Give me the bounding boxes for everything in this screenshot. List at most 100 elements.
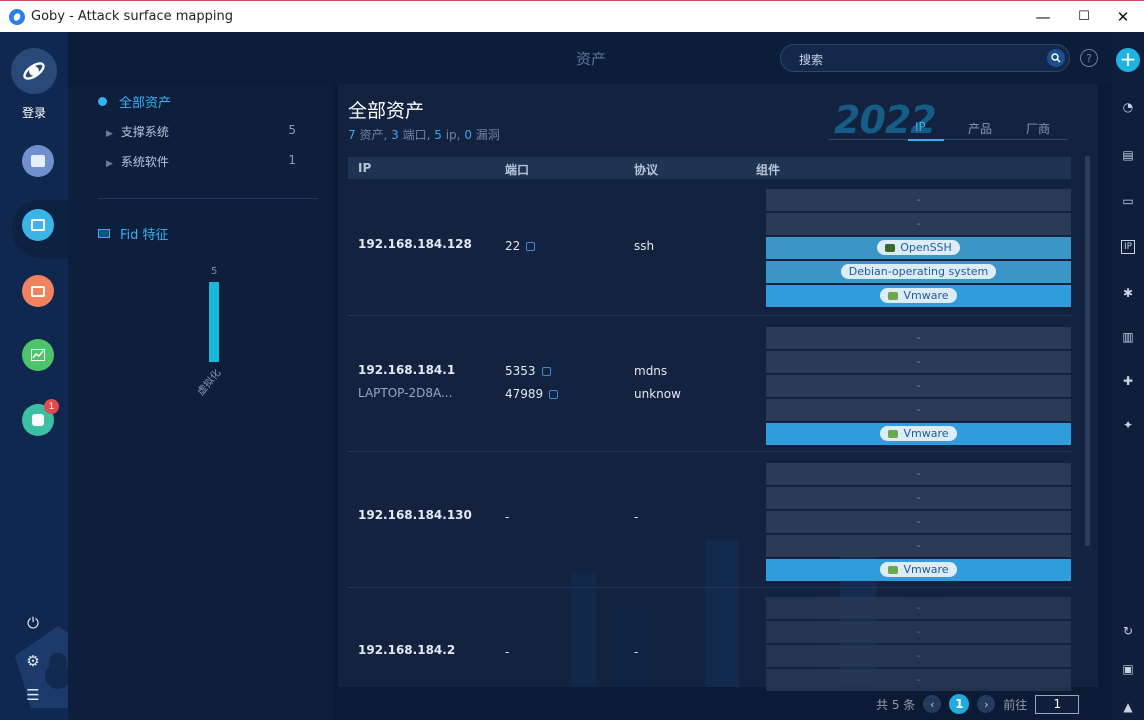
component-item[interactable]: OpenSSH — [766, 237, 1071, 259]
row-protocol: unknow — [634, 387, 681, 401]
component-list: - - - - Vmware — [766, 463, 1071, 583]
filter-group-support-systems[interactable]: ▶ 支撑系统 5 — [106, 123, 296, 140]
row-port: 22 — [505, 239, 536, 253]
fid-bar-value: 5 — [211, 266, 218, 277]
caret-right-icon: ▶ — [106, 159, 113, 169]
report-nav-icon[interactable] — [22, 339, 54, 371]
component-list: - - - - — [766, 597, 1071, 693]
row-ip[interactable]: 192.168.184.2 — [358, 643, 455, 657]
component-item: - — [766, 375, 1071, 397]
power-icon[interactable]: ⏻ — [26, 616, 40, 631]
search-icon[interactable] — [1047, 49, 1065, 67]
login-button[interactable]: 登录 — [0, 104, 68, 121]
column-port: 端口 — [505, 163, 530, 177]
settings-icon[interactable]: ⚙ — [26, 654, 40, 669]
minimize-button[interactable]: — — [1020, 1, 1066, 32]
fid-bar[interactable] — [209, 282, 219, 362]
history-icon[interactable]: ◔ — [1121, 100, 1135, 114]
ip-icon[interactable]: IP — [1121, 240, 1135, 254]
asset-panel: 全部资产 7 资产, 3 端口, 5 ip, 0 漏洞 2022 IP 产品 厂… — [338, 84, 1098, 691]
component-item: - — [766, 621, 1071, 643]
row-ip[interactable]: 192.168.184.1 — [358, 363, 455, 377]
search-input[interactable]: 搜索 — [780, 44, 1070, 72]
help-icon[interactable]: ? — [1080, 49, 1098, 67]
goby-logo-icon — [9, 8, 25, 25]
new-scan-button[interactable]: + — [1116, 48, 1140, 72]
component-item: - — [766, 669, 1071, 691]
tab-vendor[interactable]: 厂商 — [1026, 120, 1050, 137]
header: 资产 搜索 ? — [68, 32, 1112, 84]
avatar[interactable] — [11, 48, 57, 94]
table-row[interactable]: 192.168.184.1 LAPTOP-2D8A... 5353 47989 … — [348, 317, 1071, 452]
table-row[interactable]: 192.168.184.128 22 ssh - - OpenSSH Debia… — [348, 179, 1071, 316]
component-item[interactable]: Vmware — [766, 423, 1071, 445]
puzzle-icon[interactable]: ✦ — [1121, 418, 1135, 432]
row-protocol: ssh — [634, 239, 655, 253]
menu-icon[interactable]: ☰ — [26, 688, 40, 703]
table-row[interactable]: 192.168.184.2 - - - - - - — [348, 589, 1071, 691]
id-card-icon — [98, 229, 110, 238]
filter-group-system-software[interactable]: ▶ 系统软件 1 — [106, 153, 296, 170]
filter-all-label: 全部资产 — [119, 96, 172, 111]
row-ip[interactable]: 192.168.184.130 — [358, 508, 472, 522]
right-toolbar: + ◔ ▤ ▭ IP ✱ ▥ ✚ ✦ ↻ ▣ ▲ — [1112, 32, 1144, 720]
table-scrollbar[interactable] — [1085, 156, 1090, 546]
bug-icon[interactable]: ✱ — [1121, 286, 1135, 300]
dashboard-nav-icon[interactable] — [22, 145, 54, 177]
fid-features-header[interactable]: Fid 特征 — [98, 224, 169, 243]
component-item: - — [766, 597, 1071, 619]
caret-right-icon: ▶ — [106, 129, 113, 139]
next-page-button[interactable]: › — [977, 695, 996, 713]
close-button[interactable]: ✕ — [1102, 1, 1144, 32]
component-item: - — [766, 351, 1071, 373]
fid-bar-label: 虚拟化 — [195, 367, 224, 398]
warning-icon[interactable]: ▲ — [1121, 700, 1135, 714]
filter-panel: 全部资产 ▶ 支撑系统 5 ▶ 系统软件 1 Fid 特征 5 虚拟化 — [68, 84, 334, 720]
pagination: 共 5 条 ‹ 1 › 前往 1 — [876, 694, 1080, 714]
filter-group-label: 支撑系统 — [120, 125, 169, 139]
refresh-icon[interactable]: ↻ — [1121, 624, 1135, 638]
port-detail-icon[interactable] — [541, 367, 551, 376]
column-ip: IP — [358, 161, 372, 175]
notification-badge: 1 — [44, 399, 59, 414]
maximize-button[interactable]: ☐ — [1061, 1, 1107, 32]
row-hostname: LAPTOP-2D8A... — [358, 386, 453, 400]
filter-group-count: 1 — [288, 153, 296, 167]
monitor-icon[interactable]: ▭ — [1121, 194, 1135, 208]
component-item[interactable]: Vmware — [766, 559, 1071, 581]
table-row[interactable]: 192.168.184.130 - - - - - - Vmware — [348, 453, 1071, 588]
filter-group-count: 5 — [288, 123, 296, 137]
row-protocol: - — [634, 510, 639, 524]
document-icon[interactable]: ▤ — [1121, 148, 1135, 162]
goto-label: 前往 — [1003, 697, 1028, 712]
current-page-button[interactable]: 1 — [949, 694, 970, 714]
pagination-total: 共 5 条 — [876, 697, 916, 712]
component-item: - — [766, 327, 1071, 349]
assets-nav-icon[interactable] — [22, 209, 54, 241]
fid-label: Fid 特征 — [120, 228, 169, 243]
component-item[interactable]: Debian-operating system — [766, 261, 1071, 283]
row-port: 5353 — [505, 364, 551, 378]
port-detail-icon[interactable] — [549, 390, 559, 399]
plugin-icon[interactable]: ✚ — [1121, 374, 1135, 388]
component-item: - — [766, 511, 1071, 533]
row-protocol: mdns — [634, 364, 668, 378]
port-detail-icon[interactable] — [526, 242, 536, 251]
goto-page-input[interactable]: 1 — [1035, 694, 1080, 714]
tab-product[interactable]: 产品 — [968, 120, 992, 137]
prev-page-button[interactable]: ‹ — [923, 695, 942, 713]
save-icon[interactable]: ▣ — [1121, 662, 1135, 676]
row-port: - — [505, 510, 510, 524]
view-tabs: IP 产品 厂商 — [828, 120, 1068, 141]
component-item: - — [766, 399, 1071, 421]
component-list: - - OpenSSH Debian-operating system Vmwa… — [766, 189, 1071, 309]
active-tab-indicator — [908, 139, 944, 141]
component-item: - — [766, 487, 1071, 509]
component-item[interactable]: Vmware — [766, 285, 1071, 307]
row-port: - — [505, 645, 510, 659]
row-ip[interactable]: 192.168.184.128 — [358, 237, 472, 251]
tab-ip[interactable]: IP — [915, 120, 926, 134]
bar-chart-icon[interactable]: ▥ — [1121, 330, 1135, 344]
vulnerability-nav-icon[interactable] — [22, 275, 54, 307]
filter-all-assets[interactable]: 全部资产 — [98, 92, 171, 111]
